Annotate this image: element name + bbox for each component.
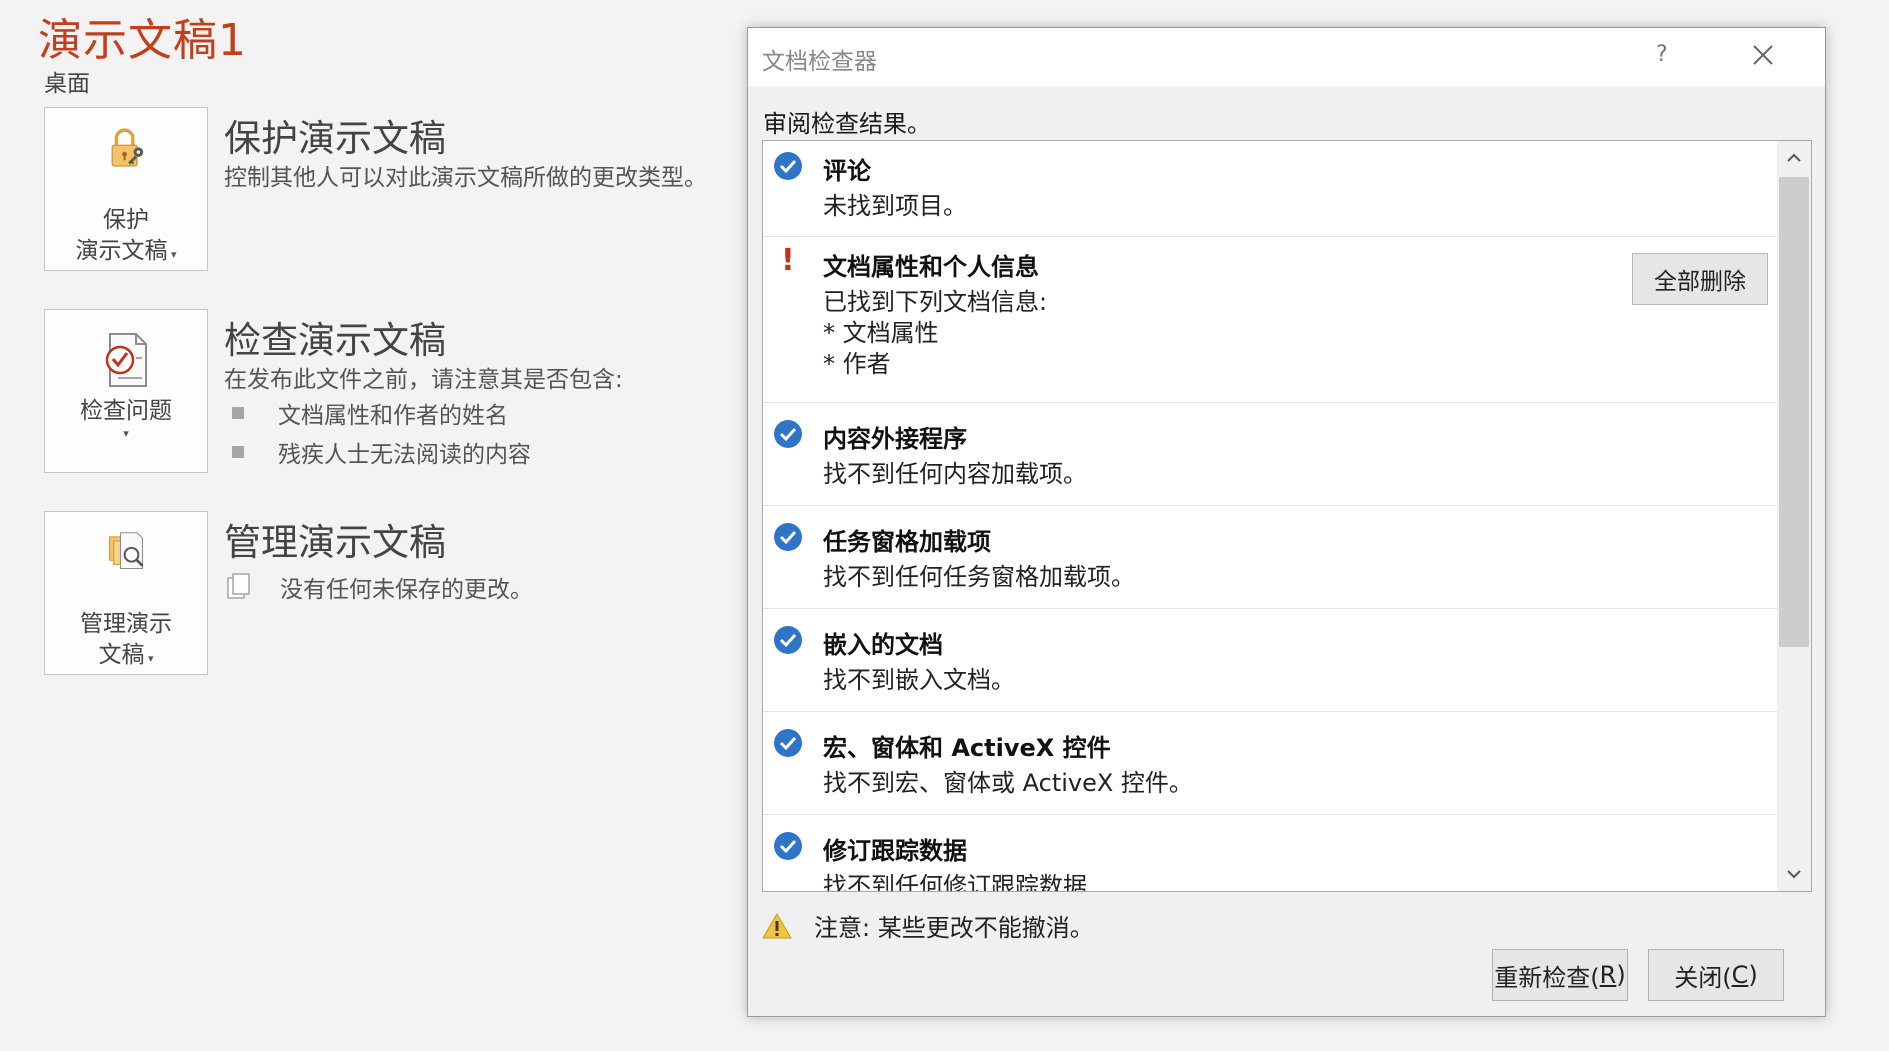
result-title: 内容外接程序: [823, 425, 967, 453]
check-for-issues-button[interactable]: 检查问题 ▾: [44, 309, 208, 473]
check-circle-icon: [774, 626, 802, 654]
result-title: 任务窗格加载项: [823, 528, 991, 556]
result-body: 已找到下列文档信息: * 文档属性 * 作者: [823, 288, 1048, 378]
review-results-label: 审阅检查结果。: [763, 110, 931, 138]
result-title: 宏、窗体和 ActiveX 控件: [823, 734, 1111, 762]
chevron-down-icon: ▾: [123, 427, 129, 440]
inspection-results-list[interactable]: 评论 未找到项目。 ! 文档属性和个人信息 已找到下列文档信息: * 文档属性 …: [762, 140, 1812, 892]
result-content-addins: 内容外接程序 找不到任何内容加载项。: [763, 403, 1778, 506]
document-location: 桌面: [44, 71, 90, 97]
result-body: 找不到宏、窗体或 ActiveX 控件。: [823, 769, 1193, 797]
inspect-heading: 检查演示文稿: [224, 319, 446, 362]
results-scrollbar[interactable]: [1777, 141, 1811, 891]
result-tracked-changes: 修订跟踪数据 找不到任何修订跟踪数据: [763, 815, 1778, 892]
result-document-properties: ! 文档属性和个人信息 已找到下列文档信息: * 文档属性 * 作者 全部删除: [763, 237, 1778, 403]
result-title: 嵌入的文档: [823, 631, 943, 659]
inspect-bullet: 文档属性和作者的姓名: [232, 396, 508, 430]
protect-heading: 保护演示文稿: [224, 117, 446, 160]
remove-all-button[interactable]: 全部删除: [1632, 253, 1768, 305]
manage-docs-icon: [108, 532, 144, 570]
lock-key-icon: [111, 128, 144, 167]
inspect-bullet: 残疾人士无法阅读的内容: [232, 435, 531, 469]
protect-description: 控制其他人可以对此演示文稿所做的更改类型。: [224, 165, 707, 191]
chevron-down-icon: ▾: [167, 248, 177, 261]
reinspect-button[interactable]: 重新检查(R): [1492, 949, 1628, 1001]
result-title: 评论: [823, 157, 871, 185]
document-inspector-dialog: 文档检查器 ? 审阅检查结果。 评论 未找到项目。 ! 文档属性和个人信息 已找…: [747, 27, 1826, 1017]
result-embedded-documents: 嵌入的文档 找不到嵌入文档。: [763, 609, 1778, 712]
result-body: 找不到任何任务窗格加载项。: [823, 563, 1135, 591]
result-body: 找不到嵌入文档。: [823, 666, 1015, 694]
result-body: 找不到任何内容加载项。: [823, 460, 1087, 488]
result-comments: 评论 未找到项目。: [763, 141, 1778, 237]
check-circle-icon: [774, 420, 802, 448]
help-button[interactable]: ?: [1656, 42, 1668, 67]
protect-tile-label: 保护 演示文稿: [75, 207, 168, 264]
checklist-icon: [105, 333, 147, 387]
protect-presentation-button[interactable]: 保护 演示文稿 ▾: [44, 107, 208, 271]
unsaved-status: 没有任何未保存的更改。: [224, 570, 533, 604]
scroll-up-icon[interactable]: [1777, 141, 1811, 175]
result-macros-activex: 宏、窗体和 ActiveX 控件 找不到宏、窗体或 ActiveX 控件。: [763, 712, 1778, 815]
check-circle-icon: [774, 832, 802, 860]
scrollbar-thumb[interactable]: [1779, 177, 1809, 647]
close-button[interactable]: 关闭(C): [1648, 949, 1784, 1001]
warning-triangle-icon: [762, 912, 792, 938]
inspect-description: 在发布此文件之前，请注意其是否包含:: [224, 367, 623, 393]
dialog-titlebar: 文档检查器 ?: [748, 28, 1825, 86]
bullet-square-icon: [232, 407, 244, 419]
manage-tile-label: 管理演示 文稿: [80, 611, 172, 668]
result-title: 文档属性和个人信息: [823, 253, 1039, 281]
chevron-down-icon: ▾: [144, 652, 154, 665]
result-title: 修订跟踪数据: [823, 837, 967, 865]
exclamation-icon: !: [781, 243, 795, 278]
document-copy-icon: [227, 573, 250, 599]
check-tile-label: 检查问题: [80, 398, 172, 424]
close-icon[interactable]: [1748, 40, 1778, 70]
dialog-title: 文档检查器: [762, 49, 877, 75]
warning-note: 注意: 某些更改不能撤消。: [762, 908, 1094, 943]
result-body: 未找到项目。: [823, 192, 967, 220]
check-circle-icon: [774, 729, 802, 757]
scroll-down-icon[interactable]: [1777, 857, 1811, 891]
document-title: 演示文稿1: [38, 15, 247, 66]
check-circle-icon: [774, 152, 802, 180]
manage-presentation-button[interactable]: 管理演示 文稿 ▾: [44, 511, 208, 675]
result-taskpane-addins: 任务窗格加载项 找不到任何任务窗格加载项。: [763, 506, 1778, 609]
bullet-square-icon: [232, 446, 244, 458]
manage-heading: 管理演示文稿: [224, 521, 446, 564]
check-circle-icon: [774, 523, 802, 551]
result-body: 找不到任何修订跟踪数据: [823, 872, 1087, 892]
